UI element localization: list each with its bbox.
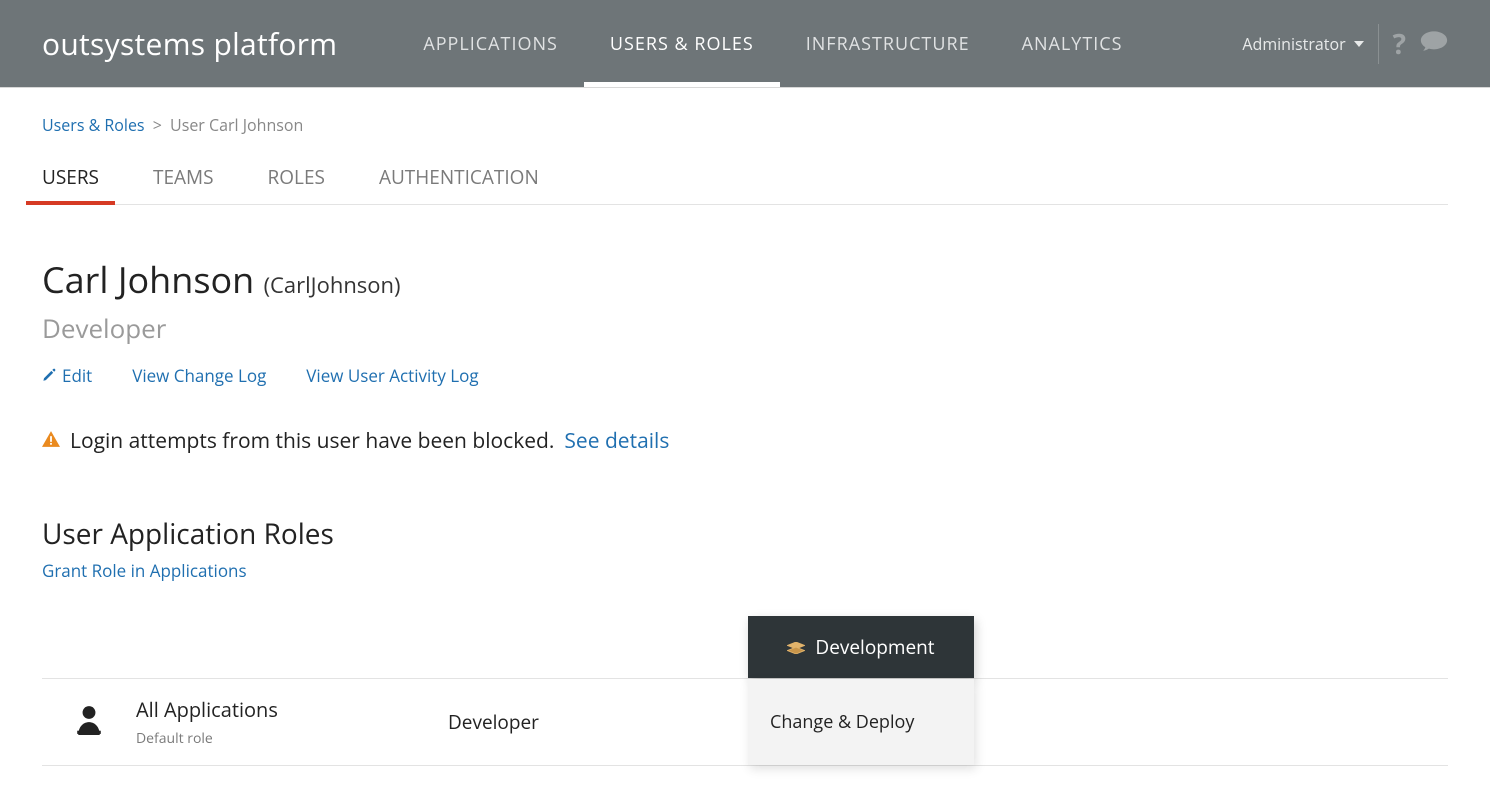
edit-label: Edit — [62, 364, 92, 387]
top-nav: APPLICATIONS USERS & ROLES INFRASTRUCTUR… — [397, 0, 1242, 87]
tab-users[interactable]: USERS — [42, 154, 99, 204]
help-icon[interactable]: ? — [1393, 25, 1406, 63]
roles-header-spacer — [42, 616, 748, 678]
nav-analytics[interactable]: ANALYTICS — [996, 0, 1149, 87]
person-icon — [76, 705, 102, 740]
breadcrumb-current: User Carl Johnson — [170, 114, 303, 136]
warning-banner: Login attempts from this user have been … — [42, 427, 1448, 455]
user-username: (CarlJohnson) — [264, 270, 401, 300]
page-content: Users & Roles > User Carl Johnson USERS … — [0, 88, 1490, 806]
view-activity-log-link[interactable]: View User Activity Log — [306, 364, 478, 387]
edit-link[interactable]: Edit — [42, 364, 92, 387]
see-details-link[interactable]: See details — [564, 427, 669, 455]
row-app-cell: All Applications Default role — [136, 679, 448, 765]
page-title: Carl Johnson (CarlJohnson) — [42, 255, 1448, 304]
grant-role-link[interactable]: Grant Role in Applications — [42, 559, 247, 582]
nav-users-roles[interactable]: USERS & ROLES — [584, 0, 780, 87]
sub-tabs: USERS TEAMS ROLES AUTHENTICATION — [42, 154, 1448, 205]
roles-table: Development All Applications Default rol… — [42, 616, 1448, 766]
environment-header: Development — [748, 616, 974, 678]
row-role-cell: Developer — [448, 679, 748, 765]
user-header: Carl Johnson (CarlJohnson) Developer Edi… — [42, 255, 1448, 387]
nav-infrastructure[interactable]: INFRASTRUCTURE — [780, 0, 996, 87]
breadcrumb-root[interactable]: Users & Roles — [42, 114, 145, 136]
tab-roles[interactable]: ROLES — [268, 154, 325, 204]
breadcrumb: Users & Roles > User Carl Johnson — [42, 114, 1448, 136]
app-name: All Applications — [136, 696, 448, 723]
app-subtitle: Default role — [136, 729, 448, 748]
stack-icon — [787, 634, 805, 660]
action-links: Edit View Change Log View User Activity … — [42, 364, 1448, 387]
breadcrumb-separator: > — [153, 114, 162, 136]
warning-text: Login attempts from this user have been … — [70, 427, 554, 455]
warning-icon — [42, 427, 60, 455]
view-change-log-link[interactable]: View Change Log — [132, 364, 266, 387]
chat-icon[interactable] — [1420, 30, 1448, 57]
user-role: Developer — [42, 310, 1448, 346]
user-display-name: Carl Johnson — [42, 255, 254, 304]
user-menu[interactable]: Administrator — [1242, 24, 1378, 64]
logo: outsystems platform — [42, 23, 337, 64]
row-permission-cell: Change & Deploy — [748, 679, 974, 765]
table-row: All Applications Default role Developer … — [42, 678, 1448, 766]
user-menu-label: Administrator — [1242, 33, 1345, 55]
chevron-down-icon — [1354, 41, 1364, 47]
roles-section-title: User Application Roles — [42, 515, 1448, 553]
pencil-icon — [42, 364, 56, 387]
tab-teams[interactable]: TEAMS — [153, 154, 214, 204]
tab-authentication[interactable]: AUTHENTICATION — [379, 154, 539, 204]
top-right: Administrator ? — [1242, 24, 1448, 64]
top-bar: outsystems platform APPLICATIONS USERS &… — [0, 0, 1490, 88]
roles-header-row: Development — [42, 616, 1448, 678]
nav-applications[interactable]: APPLICATIONS — [397, 0, 584, 87]
environment-label: Development — [815, 634, 934, 660]
row-icon-cell — [42, 679, 136, 765]
